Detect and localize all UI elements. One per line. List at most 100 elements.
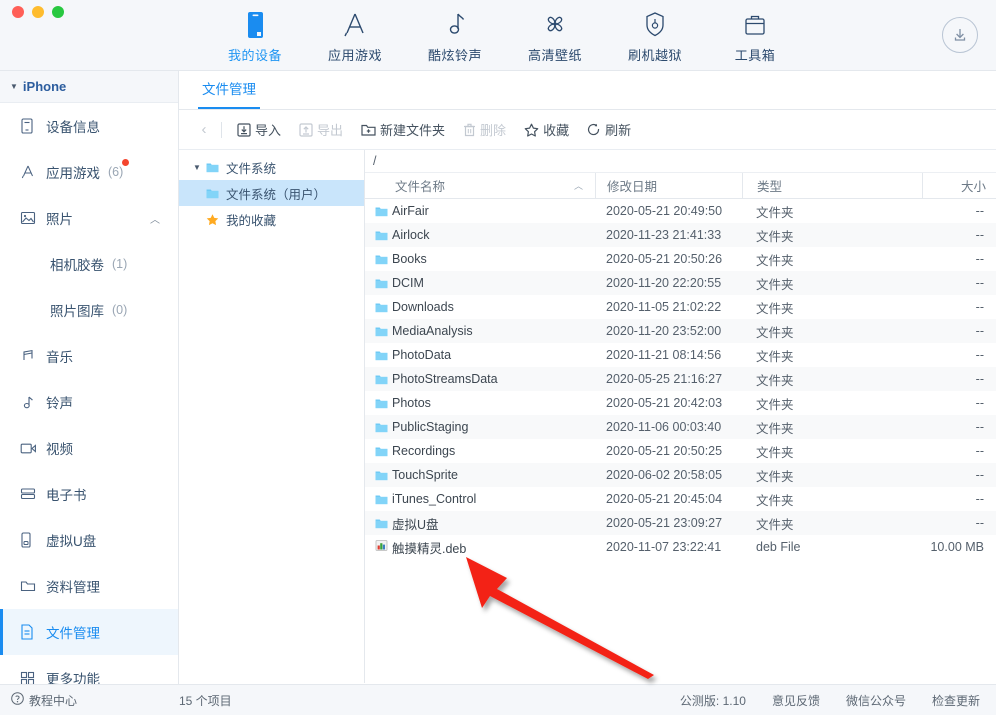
tree-node-filesystem-user[interactable]: 文件系统（用户） xyxy=(179,180,364,206)
sidebar-item-photo-library[interactable]: 照片图库 (0) xyxy=(0,287,178,333)
nav-label: 工具箱 xyxy=(734,48,776,63)
import-button[interactable]: 导入 xyxy=(228,116,290,143)
table-row[interactable]: Downloads 2020-11-05 21:02:22 文件夹 -- xyxy=(365,295,996,319)
tab-file-manage[interactable]: 文件管理 xyxy=(198,78,260,109)
cell-size: -- xyxy=(975,324,984,338)
column-header-date[interactable]: 修改日期 xyxy=(595,172,742,199)
table-row[interactable]: DCIM 2020-11-20 22:20:55 文件夹 -- xyxy=(365,271,996,295)
favorite-button[interactable]: 收藏 xyxy=(515,116,578,143)
sidebar-item-ebook[interactable]: 电子书 xyxy=(0,471,178,517)
feedback-link[interactable]: 意见反馈 xyxy=(772,692,820,709)
folder-icon xyxy=(375,278,388,289)
download-icon[interactable] xyxy=(942,17,978,53)
path-bar[interactable]: / xyxy=(365,150,996,173)
cell-size: -- xyxy=(975,276,984,290)
toolbar-label: 刷新 xyxy=(605,123,632,138)
notification-badge-dot xyxy=(122,159,129,166)
sidebar: ▼ iPhone 设备信息 应用游戏 (6) 照片 ︿ 相机胶卷 (1) 照片图… xyxy=(0,71,179,684)
cell-date: 2020-11-20 23:52:00 xyxy=(606,324,722,338)
cell-date: 2020-05-21 20:50:25 xyxy=(606,444,723,458)
close-window-button[interactable] xyxy=(12,6,24,18)
folder-icon xyxy=(375,470,388,481)
back-button[interactable]: ‹ xyxy=(189,121,219,138)
new-folder-button[interactable]: 新建文件夹 xyxy=(352,116,454,143)
sidebar-item-photos[interactable]: 照片 ︿ xyxy=(0,195,178,241)
sort-ascending-icon[interactable]: ︿ xyxy=(574,173,595,199)
table-row[interactable]: PhotoStreamsData 2020-05-25 21:16:27 文件夹 -- xyxy=(365,367,996,391)
cell-type: 文件夹 xyxy=(756,373,794,388)
table-row[interactable]: PublicStaging 2020-11-06 00:03:40 文件夹 -- xyxy=(365,415,996,439)
minimize-window-button[interactable] xyxy=(32,6,44,18)
top-nav: 我的设备 应用游戏 酷炫铃声 高清壁纸 刷机越狱 工具箱 xyxy=(205,6,805,64)
column-header-type[interactable]: 类型 xyxy=(742,172,922,199)
folder-tree: ▼ 文件系统 文件系统（用户） 我的收藏 xyxy=(179,150,365,683)
sidebar-item-device-info[interactable]: 设备信息 xyxy=(0,103,178,149)
file-name-label: 触摸精灵.deb xyxy=(392,541,467,556)
cell-name: 触摸精灵.deb xyxy=(365,538,595,557)
tree-node-favorites[interactable]: 我的收藏 xyxy=(179,206,364,232)
sidebar-item-ringtone[interactable]: 铃声 xyxy=(0,379,178,425)
table-row[interactable]: PhotoData 2020-11-21 08:14:56 文件夹 -- xyxy=(365,343,996,367)
nav-item-apps-games[interactable]: 应用游戏 xyxy=(305,6,405,64)
toolbar-label: 删除 xyxy=(480,123,507,138)
sidebar-item-file-manage[interactable]: 文件管理 xyxy=(0,609,178,655)
table-row[interactable]: Recordings 2020-05-21 20:50:25 文件夹 -- xyxy=(365,439,996,463)
table-row[interactable]: TouchSprite 2020-06-02 20:58:05 文件夹 -- xyxy=(365,463,996,487)
cell-type: 文件夹 xyxy=(756,253,794,268)
chevron-up-icon[interactable]: ︿ xyxy=(150,211,160,226)
sidebar-item-label: 音乐 xyxy=(46,350,73,365)
folder-icon xyxy=(375,326,388,337)
tree-node-filesystem[interactable]: ▼ 文件系统 xyxy=(179,154,364,180)
table-row[interactable]: Photos 2020-05-21 20:42:03 文件夹 -- xyxy=(365,391,996,415)
table-row[interactable]: Books 2020-05-21 20:50:26 文件夹 -- xyxy=(365,247,996,271)
sidebar-device-header[interactable]: ▼ iPhone xyxy=(0,71,178,103)
chevron-down-icon[interactable]: ▼ xyxy=(193,163,206,172)
table-row[interactable]: 虚拟U盘 2020-05-21 23:09:27 文件夹 -- xyxy=(365,511,996,535)
nav-item-toolbox[interactable]: 工具箱 xyxy=(705,6,805,64)
sidebar-item-more-features[interactable]: 更多功能 xyxy=(0,655,178,684)
more-features-icon xyxy=(20,671,44,684)
nav-item-jailbreak[interactable]: 刷机越狱 xyxy=(605,6,705,64)
wechat-link[interactable]: 微信公众号 xyxy=(846,692,906,709)
delete-button[interactable]: 删除 xyxy=(454,116,515,143)
table-row[interactable]: AirFair 2020-05-21 20:49:50 文件夹 -- xyxy=(365,199,996,223)
cell-type: 文件夹 xyxy=(756,493,794,508)
table-row[interactable]: MediaAnalysis 2020-11-20 23:52:00 文件夹 -- xyxy=(365,319,996,343)
table-row[interactable]: 触摸精灵.deb 2020-11-07 23:22:41 deb File 10.00… xyxy=(365,535,996,559)
cell-type: 文件夹 xyxy=(756,421,794,436)
column-header-name[interactable]: 文件名称 xyxy=(365,173,574,199)
nav-item-my-device[interactable]: 我的设备 xyxy=(205,6,305,64)
sidebar-item-data-manage[interactable]: 资料管理 xyxy=(0,563,178,609)
cell-name: MediaAnalysis xyxy=(365,324,595,338)
sidebar-item-virtual-usb[interactable]: 虚拟U盘 xyxy=(0,517,178,563)
cell-name: 虚拟U盘 xyxy=(365,514,595,533)
ringtone-icon xyxy=(20,395,44,410)
file-name-label: DCIM xyxy=(392,276,424,290)
sidebar-item-label: 照片 xyxy=(46,212,73,227)
maximize-window-button[interactable] xyxy=(52,6,64,18)
file-name-label: Photos xyxy=(392,396,431,410)
table-row[interactable]: Airlock 2020-11-23 21:41:33 文件夹 -- xyxy=(365,223,996,247)
table-row[interactable]: iTunes_Control 2020-05-21 20:45:04 文件夹 -- xyxy=(365,487,996,511)
toolbar-label: 新建文件夹 xyxy=(380,123,446,138)
sidebar-item-music[interactable]: 音乐 xyxy=(0,333,178,379)
nav-item-wallpapers[interactable]: 高清壁纸 xyxy=(505,6,605,64)
sidebar-item-video[interactable]: 视频 xyxy=(0,425,178,471)
nav-item-ringtones[interactable]: 酷炫铃声 xyxy=(405,6,505,64)
tutorial-center-button[interactable]: 教程中心 xyxy=(0,692,170,709)
column-header-size[interactable]: 大小 xyxy=(922,172,996,199)
file-rows: AirFair 2020-05-21 20:49:50 文件夹 -- Airlock 20… xyxy=(365,199,996,683)
sidebar-item-label: 更多功能 xyxy=(46,672,100,684)
deb-file-icon xyxy=(375,539,388,555)
export-button[interactable]: 导出 xyxy=(290,116,352,143)
check-update-link[interactable]: 检查更新 xyxy=(932,692,980,709)
cell-type: deb File xyxy=(756,540,801,554)
folder-icon xyxy=(375,230,388,241)
sidebar-item-apps-games[interactable]: 应用游戏 (6) xyxy=(0,149,178,195)
cell-size: -- xyxy=(975,468,984,482)
refresh-button[interactable]: 刷新 xyxy=(578,116,640,143)
action-toolbar: ‹ 导入 导出 新建文件夹 删除 收藏 刷新 xyxy=(179,110,996,150)
sidebar-item-camera-roll[interactable]: 相机胶卷 (1) xyxy=(0,241,178,287)
status-bar: 教程中心 15 个项目 公测版: 1.10 意见反馈 微信公众号 检查更新 xyxy=(0,684,996,715)
cell-size: -- xyxy=(975,204,984,218)
